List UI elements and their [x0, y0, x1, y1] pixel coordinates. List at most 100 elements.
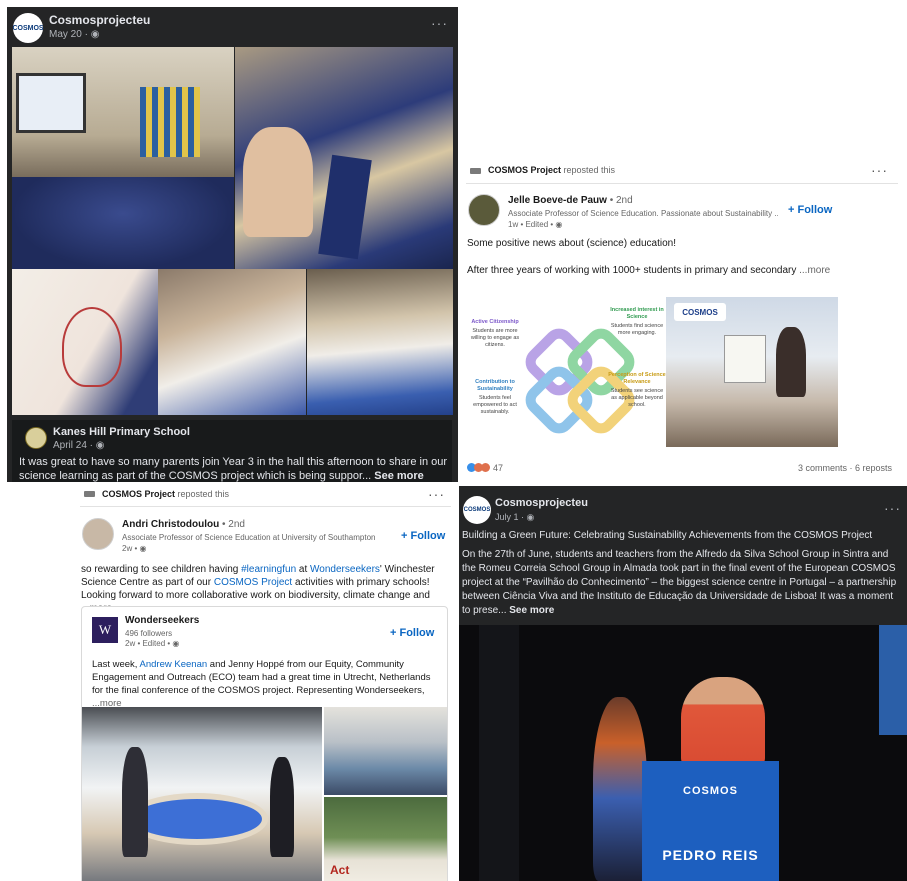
divider — [466, 183, 898, 184]
speaker-woman — [593, 697, 647, 881]
reposter-name[interactable]: COSMOS Project — [488, 165, 561, 175]
photo-classroom-group[interactable] — [324, 707, 447, 795]
comment-meta: April 24 · ◉ — [53, 440, 105, 451]
org-mention-link[interactable]: Wonderseekers — [310, 564, 380, 575]
hashtag-link[interactable]: #learningfun — [241, 564, 296, 575]
see-more-link[interactable]: See more — [509, 605, 554, 616]
author-avatar[interactable] — [468, 194, 500, 226]
post-meta: 2w • ◉ — [122, 544, 146, 553]
text-part: so rewarding to see children having — [81, 564, 242, 575]
post-text-line1: Some positive news about (science) educa… — [467, 238, 677, 249]
globe-icon: ◉ — [526, 512, 535, 522]
facebook-post-top: COSMOS Cosmosprojecteu May 20 · ◉ ··· Ka… — [7, 7, 458, 482]
block-text: Students see science as applicable beyon… — [610, 388, 664, 408]
page-name[interactable]: Cosmosprojecteu — [495, 497, 588, 509]
block-text: Students feel empowered to act sustainab… — [473, 395, 517, 415]
follow-button[interactable]: + Follow — [390, 627, 434, 639]
podium: COSMOS PEDRO REIS — [642, 761, 779, 881]
podium-name-label: PEDRO REIS — [662, 847, 759, 863]
page-name[interactable]: Cosmosprojecteu — [49, 13, 150, 27]
facebook-post-bottom: COSMOS Cosmosprojecteu July 1 · ◉ ··· Bu… — [459, 486, 907, 881]
more-options-icon[interactable]: ··· — [428, 486, 445, 502]
post-text-line2: After three years of working with 1000+ … — [467, 265, 830, 276]
reposted-label: reposted this — [563, 165, 616, 175]
photo-stage-presentation[interactable]: COSMOS PEDRO REIS — [459, 625, 907, 881]
cosmos-page-avatar[interactable]: COSMOS — [463, 496, 491, 524]
project-mention-link[interactable]: COSMOS Project — [214, 577, 292, 588]
connection-degree: • 2nd — [606, 195, 633, 206]
love-reaction-icon — [481, 463, 490, 472]
block-active-citizenship: Active Citizenship Students are more will… — [466, 319, 524, 349]
photo-group-drawing[interactable] — [158, 269, 306, 415]
block-heading: Perception of Science Relevance — [608, 372, 666, 385]
block-heading: Active Citizenship — [471, 319, 519, 325]
company-name[interactable]: Wonderseekers — [125, 615, 199, 626]
see-more-link[interactable]: ...more — [796, 265, 830, 276]
photo-body-drawing[interactable] — [12, 269, 158, 415]
author-name[interactable]: Jelle Boeve-de Pauw — [508, 195, 607, 206]
author-name[interactable]: Andri Christodoulou — [122, 519, 219, 530]
reposter-name[interactable]: COSMOS Project — [102, 489, 175, 499]
block-text: Students are more willing to engage as c… — [470, 328, 520, 348]
author-line: Andri Christodoulou • 2nd — [122, 519, 245, 530]
cosmos-project-icon — [84, 491, 95, 497]
post-meta: May 20 · ◉ — [49, 29, 99, 40]
follow-button[interactable]: + Follow — [788, 204, 832, 216]
card-text: Last week, Andrew Keenan and Jenny Hoppé… — [92, 658, 442, 710]
flipchart — [724, 335, 766, 383]
post-meta: 2w • Edited • ◉ — [125, 639, 179, 648]
author-avatar[interactable] — [82, 518, 114, 550]
person-mention-link[interactable]: Andrew Keenan — [140, 659, 208, 670]
student-figure — [318, 154, 372, 260]
cosmos-project-icon — [470, 168, 481, 174]
body-outline-drawing — [62, 307, 122, 387]
post-date[interactable]: May 20 · — [49, 29, 91, 40]
text-part: at — [296, 564, 311, 575]
photo-poster[interactable]: Act — [324, 797, 447, 881]
parent-figure — [243, 127, 313, 237]
post-date[interactable]: July 1 · — [495, 512, 527, 522]
poster-title: Act — [330, 863, 350, 877]
author-headline: Associate Professor of Science Education… — [508, 209, 778, 218]
comment-author[interactable]: Kanes Hill Primary School — [53, 426, 190, 438]
reactions-summary[interactable]: 47 — [467, 463, 503, 473]
cosmos-logo: COSMOS — [674, 303, 726, 321]
cosmos-page-avatar[interactable]: COSMOS — [12, 13, 44, 43]
photo-tables-hall[interactable] — [307, 269, 453, 415]
reshared-post-card[interactable]: W Wonderseekers 496 followers 2w • Edite… — [81, 606, 448, 881]
avatar-logo-text: COSMOS — [463, 507, 491, 513]
reactions-count: 47 — [493, 463, 504, 473]
comment-text: It was great to have so many parents joi… — [19, 455, 449, 482]
see-more-link[interactable]: See more — [374, 470, 424, 482]
followers-count: 496 followers — [125, 629, 173, 638]
repost-header: COSMOS Project reposted this — [488, 165, 615, 175]
more-options-icon[interactable]: ··· — [431, 15, 448, 31]
adult-figure — [122, 747, 148, 857]
more-options-icon[interactable]: ··· — [871, 162, 888, 178]
cosmos-infographic[interactable]: Active Citizenship Students are more will… — [466, 297, 838, 447]
more-options-icon[interactable]: ··· — [884, 500, 901, 516]
stage-backdrop — [479, 625, 519, 881]
school-crest-avatar[interactable] — [25, 427, 47, 449]
block-heading: Increased interest in Science — [610, 307, 664, 320]
post-meta: July 1 · ◉ — [495, 512, 534, 523]
seated-students — [12, 177, 234, 269]
wonderseekers-logo[interactable]: W — [92, 617, 118, 643]
whiteboard — [16, 73, 86, 133]
presenter-figure — [776, 327, 806, 397]
globe-icon: ◉ — [95, 440, 105, 451]
comments-reposts[interactable]: 3 comments · 6 reposts — [798, 463, 892, 473]
comment-date[interactable]: April 24 · — [53, 440, 96, 451]
globe-icon: ◉ — [555, 220, 563, 229]
author-headline: Associate Professor of Science Education… — [122, 533, 376, 542]
photo-exhibit-table[interactable] — [82, 707, 322, 881]
photo-student-lying-on-floor[interactable] — [235, 47, 453, 269]
podium-logo: COSMOS — [683, 785, 738, 797]
globe-icon: ◉ — [139, 544, 147, 553]
photo-classroom-hall[interactable] — [12, 47, 234, 269]
adult-figure-right — [270, 757, 294, 857]
connection-degree: • 2nd — [219, 519, 245, 530]
post-time: 2w • — [122, 544, 140, 553]
follow-button[interactable]: + Follow — [401, 530, 445, 542]
globe-icon: ◉ — [172, 639, 180, 648]
